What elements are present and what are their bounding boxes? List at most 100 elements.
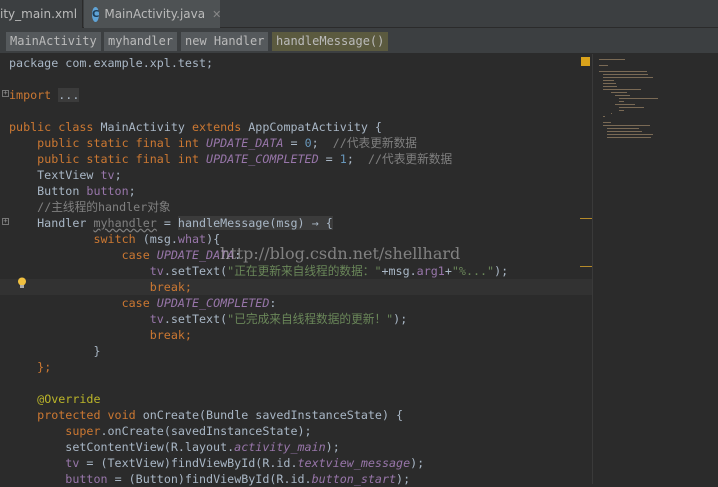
code-editor[interactable]: package com.example.xpl.test; import ... p… — [0, 54, 592, 486]
code-line: setContentView(R.layout.activity_main); — [9, 439, 339, 455]
code-token: package com.example.xpl.test; — [9, 56, 214, 70]
code-token: break; — [149, 328, 192, 342]
code-line: case UPDATE_COMPLETED: — [9, 295, 277, 311]
minimap-line — [619, 98, 658, 99]
code-line: tv = (TextView)findViewById(R.id.textvie… — [9, 455, 424, 471]
tab-activity-main-xml[interactable]: ity_main.xml✕ — [0, 0, 93, 28]
code-token: super — [65, 424, 101, 438]
minimap-line — [603, 89, 641, 90]
breadcrumb: MainActivity myhandler new Handler handl… — [0, 28, 718, 54]
code-token: = (TextView)findViewById(R.id. — [79, 456, 298, 470]
lightbulb-icon[interactable] — [17, 277, 27, 289]
code-line: protected void onCreate(Bundle savedInst… — [9, 407, 403, 423]
code-token: MainActivity — [100, 120, 192, 134]
code-line: switch (msg.what){ — [9, 231, 220, 247]
code-token: ; — [44, 360, 52, 374]
breadcrumb-myhandler[interactable]: myhandler — [104, 32, 178, 51]
code-token: public static final int — [37, 136, 207, 150]
code-token: ; — [346, 152, 368, 166]
close-icon[interactable]: ✕ — [212, 8, 221, 21]
minimap-line — [603, 74, 648, 75]
minimap-line — [599, 71, 647, 72]
minimap-line — [607, 131, 643, 132]
minimap-line — [619, 107, 645, 108]
code-token: UPDATE_COMPLETED — [156, 296, 270, 310]
code-token: ; — [128, 184, 136, 198]
tab-label: MainActivity.java — [104, 7, 206, 21]
code-line: public class MainActivity extends AppCom… — [9, 119, 382, 135]
code-token: arg1 — [416, 264, 445, 278]
code-token: onCreate(Bundle savedInstanceState) { — [142, 408, 404, 422]
code-token: break; — [149, 280, 192, 294]
warning-marker[interactable] — [581, 57, 590, 66]
code-token: public class — [9, 120, 101, 134]
minimap-line — [619, 101, 625, 102]
code-token: ); — [410, 456, 425, 470]
code-line: Handler myhandler = handleMessage(msg) →… — [9, 215, 333, 231]
code-line: import ... — [9, 87, 80, 103]
code-token: = — [318, 152, 340, 166]
code-token: 0 — [304, 136, 312, 150]
code-token: ... — [58, 88, 80, 102]
code-token: ); — [393, 312, 408, 326]
minimap-line — [611, 92, 628, 93]
code-token: //代表更新数据 — [332, 136, 417, 150]
code-token: ); — [494, 264, 509, 278]
minimap-line — [603, 83, 616, 84]
minimap-line — [603, 80, 614, 81]
minimap-line — [603, 125, 650, 126]
error-stripe-mark[interactable] — [580, 266, 592, 267]
fold-icon[interactable]: + — [2, 218, 9, 225]
code-line: Button button; — [9, 183, 136, 199]
code-token: setContentView(R.layout. — [9, 440, 235, 454]
code-token: //代表更新数据 — [367, 152, 453, 166]
code-token: (msg. — [142, 232, 178, 246]
code-line: break; — [9, 327, 192, 343]
watermark: http://blog.csdn.net/shellhard — [220, 244, 461, 263]
code-token: + — [444, 264, 452, 278]
fold-icon[interactable]: + — [2, 90, 9, 97]
code-token: ){ — [206, 232, 221, 246]
code-line: package com.example.xpl.test; — [9, 55, 213, 71]
code-minimap[interactable] — [592, 54, 718, 484]
code-token: public static final int — [37, 152, 207, 166]
tab-label: ity_main.xml — [0, 7, 78, 21]
code-line: public static final int UPDATE_COMPLETED… — [9, 151, 452, 167]
code-token: } — [9, 344, 101, 358]
code-token: +msg. — [381, 264, 417, 278]
breadcrumb-new-handler[interactable]: new Handler — [181, 32, 269, 51]
breadcrumb-handle-message[interactable]: handleMessage() — [272, 32, 389, 51]
code-token: .setText( — [163, 264, 228, 278]
code-token: myhandler — [93, 216, 157, 230]
error-stripe-mark[interactable] — [580, 218, 592, 219]
code-token: : — [269, 296, 277, 310]
code-token: .onCreate(savedInstanceState); — [100, 424, 312, 438]
code-token: Button — [9, 184, 87, 198]
code-token: button — [86, 184, 129, 198]
code-token: = — [283, 136, 305, 150]
code-token: what — [177, 232, 207, 246]
minimap-line — [607, 134, 653, 135]
minimap-line — [611, 113, 612, 114]
tab-main-activity-java[interactable]: C MainActivity.java ✕ — [84, 0, 221, 28]
minimap-line — [619, 110, 625, 111]
code-token: case — [121, 296, 157, 310]
code-token: ; — [311, 136, 333, 150]
code-line: @Override — [9, 391, 100, 407]
code-line: break; — [9, 279, 192, 295]
code-token: protected void — [37, 408, 143, 422]
code-token: "%..." — [451, 264, 495, 278]
code-line: case UPDATE_DATA: — [9, 247, 242, 263]
minimap-line — [603, 122, 612, 123]
breadcrumb-main-activity[interactable]: MainActivity — [6, 32, 101, 51]
